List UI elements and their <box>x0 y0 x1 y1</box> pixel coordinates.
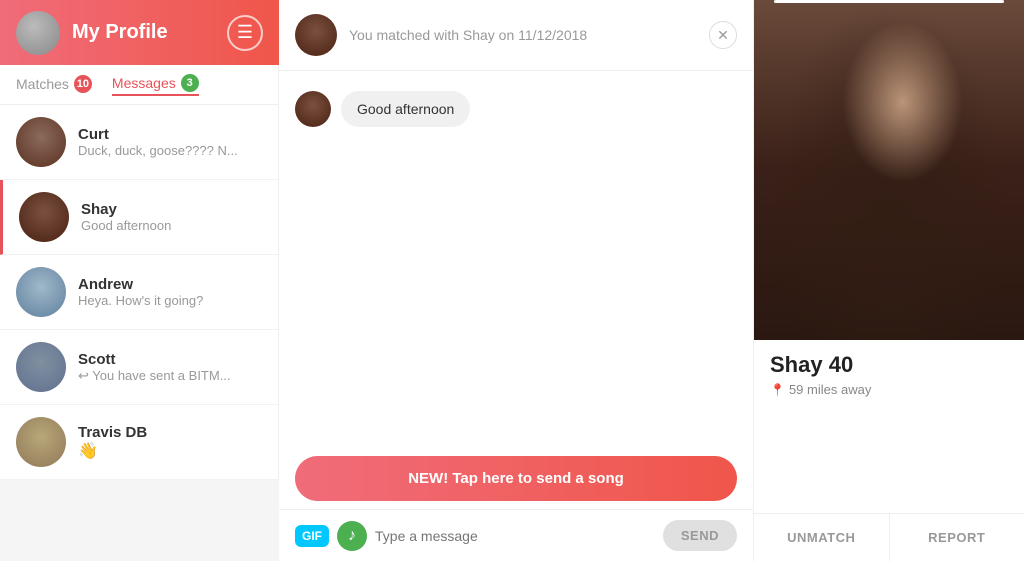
profile-age: 40 <box>829 352 853 377</box>
header-title: My Profile <box>72 21 227 44</box>
profile-photo-image <box>754 0 1024 340</box>
contact-item-scott[interactable]: Scott ↩ You have sent a BITM... <box>0 330 278 405</box>
chat-input-row: GIF ♪ SEND <box>279 509 753 561</box>
photo-progress-bar <box>774 0 1004 3</box>
report-button[interactable]: REPORT <box>890 514 1024 561</box>
chat-area: You matched with Shay on 11/12/2018 ✕ Go… <box>279 0 754 561</box>
messages-badge: 3 <box>181 74 199 92</box>
contact-item-andrew[interactable]: Andrew Heya. How's it going? <box>0 255 278 330</box>
avatar-andrew <box>16 267 66 317</box>
tab-messages[interactable]: Messages 3 <box>112 74 199 96</box>
avatar-curt <box>16 117 66 167</box>
send-button[interactable]: SEND <box>663 520 737 551</box>
contacts-list: Curt Duck, duck, goose???? N... Shay Goo… <box>0 105 278 480</box>
chat-match-info: You matched with Shay on 11/12/2018 <box>295 14 587 56</box>
profile-name: Shay <box>770 352 823 377</box>
gif-button[interactable]: GIF <box>295 525 329 547</box>
song-banner-button[interactable]: NEW! Tap here to send a song <box>295 456 737 501</box>
sidebar: Matches 10 Messages 3 Curt Duck, duck, g… <box>0 65 279 480</box>
contact-name-scott: Scott <box>78 351 262 368</box>
chat-header: You matched with Shay on 11/12/2018 ✕ <box>279 0 753 71</box>
contact-name-shay: Shay <box>81 201 262 218</box>
chat-avatar <box>295 14 337 56</box>
contact-item-travis[interactable]: Travis DB 👋 <box>0 405 278 480</box>
profile-name-age: Shay 40 <box>770 352 1008 378</box>
tab-matches[interactable]: Matches 10 <box>16 75 92 95</box>
contact-info-shay: Shay Good afternoon <box>81 201 262 233</box>
avatar-travis <box>16 417 66 467</box>
contact-preview-curt: Duck, duck, goose???? N... <box>78 143 262 158</box>
message-row-1: Good afternoon <box>295 91 737 127</box>
unmatch-button[interactable]: UNMATCH <box>754 514 890 561</box>
message-input[interactable] <box>375 528 655 544</box>
message-bubble-1: Good afternoon <box>341 91 470 127</box>
profile-actions: UNMATCH REPORT <box>754 513 1024 561</box>
contact-preview-travis: 👋 <box>78 441 262 461</box>
contact-info-travis: Travis DB 👋 <box>78 424 262 461</box>
contact-item-shay[interactable]: Shay Good afternoon <box>0 180 278 255</box>
close-chat-button[interactable]: ✕ <box>709 21 737 49</box>
profile-photo <box>754 0 1024 340</box>
location-icon: 📍 <box>770 383 785 397</box>
music-button[interactable]: ♪ <box>337 521 367 551</box>
menu-icon[interactable]: ☰ <box>227 15 263 51</box>
contact-name-andrew: Andrew <box>78 276 262 293</box>
chat-messages: Good afternoon <box>279 71 753 448</box>
profile-distance: 📍 59 miles away <box>770 382 1008 397</box>
profile-avatar[interactable] <box>16 11 60 55</box>
message-avatar <box>295 91 331 127</box>
contact-preview-scott: ↩ You have sent a BITM... <box>78 368 262 384</box>
contact-name-travis: Travis DB <box>78 424 262 441</box>
contact-info-curt: Curt Duck, duck, goose???? N... <box>78 126 262 158</box>
contact-preview-andrew: Heya. How's it going? <box>78 293 262 308</box>
contact-name-curt: Curt <box>78 126 262 143</box>
contact-preview-shay: Good afternoon <box>81 218 262 233</box>
avatar-shay <box>19 192 69 242</box>
tabs-bar: Matches 10 Messages 3 <box>0 65 278 105</box>
profile-info: Shay 40 📍 59 miles away <box>754 340 1024 513</box>
contact-item-curt[interactable]: Curt Duck, duck, goose???? N... <box>0 105 278 180</box>
matches-badge: 10 <box>74 75 92 93</box>
profile-distance-text: 59 miles away <box>789 382 871 397</box>
avatar-scott <box>16 342 66 392</box>
profile-panel: Shay 40 📍 59 miles away UNMATCH REPORT <box>754 0 1024 561</box>
profile-header: My Profile ☰ <box>0 0 279 65</box>
chat-match-text: You matched with Shay on 11/12/2018 <box>349 27 587 43</box>
contact-info-andrew: Andrew Heya. How's it going? <box>78 276 262 308</box>
contact-info-scott: Scott ↩ You have sent a BITM... <box>78 351 262 384</box>
